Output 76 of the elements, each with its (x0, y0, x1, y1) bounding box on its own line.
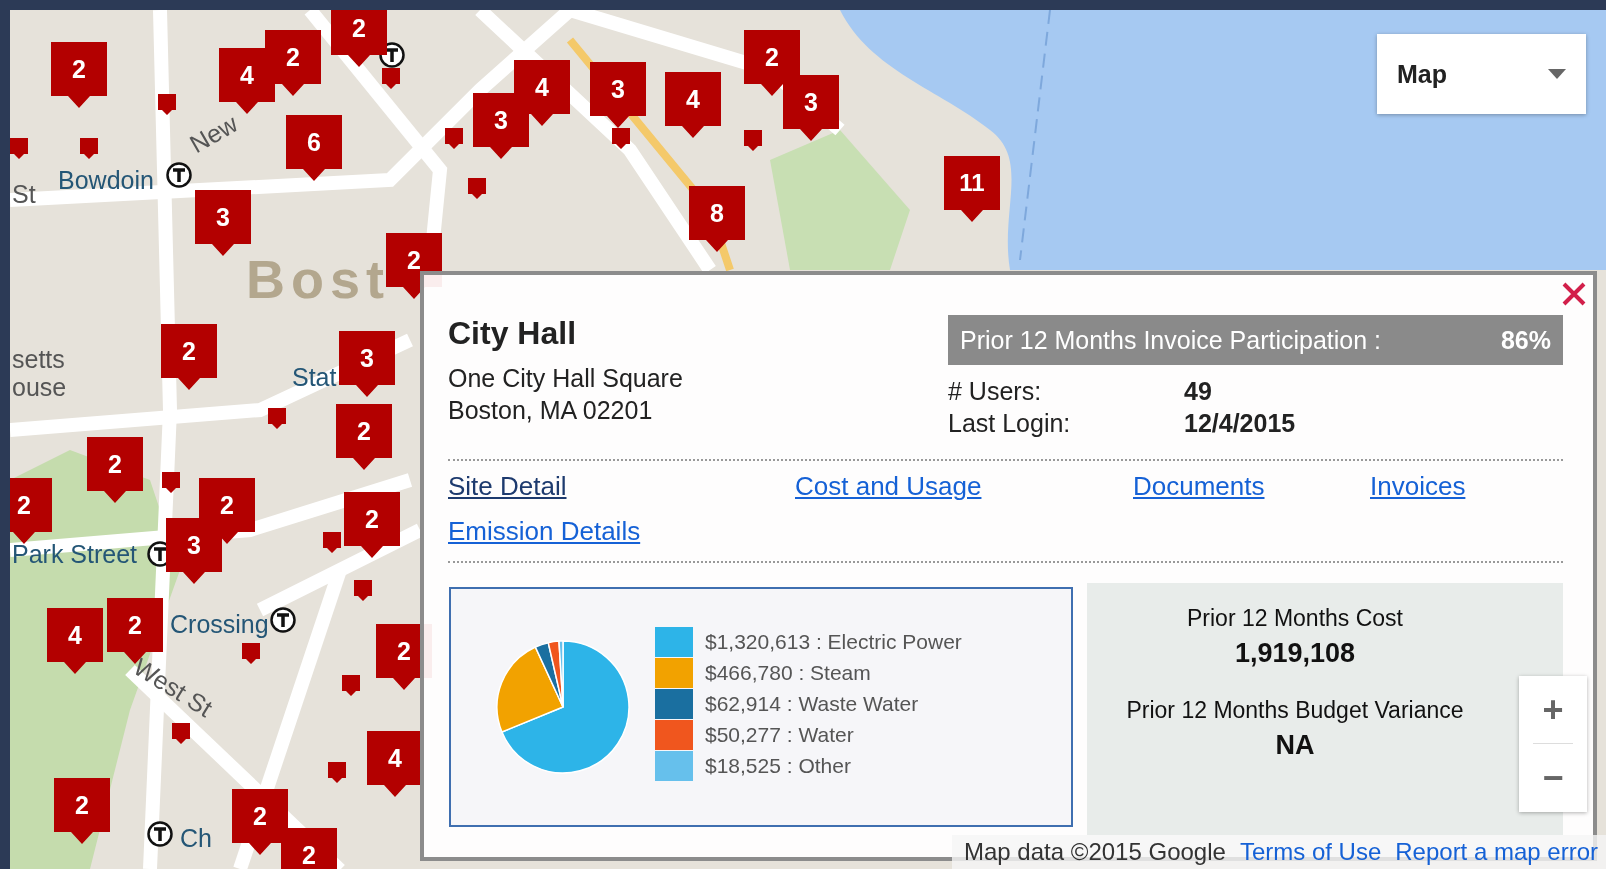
transit-icon (270, 607, 296, 633)
cluster-marker[interactable]: 2 (744, 30, 800, 96)
legend-label: $62,914 : Waste Water (705, 692, 919, 716)
cluster-marker[interactable]: 2 (51, 42, 107, 108)
cluster-marker[interactable]: 11 (944, 156, 1000, 222)
cluster-marker[interactable]: 2 (232, 789, 288, 855)
participation-value: 86% (1500, 325, 1551, 355)
cluster-marker[interactable]: 4 (665, 72, 721, 138)
attribution-link[interactable]: Terms of Use (1239, 838, 1382, 866)
legend-label: $50,277 : Water (705, 723, 854, 747)
popup-link[interactable]: Emission Details (448, 516, 641, 547)
cluster-marker[interactable]: 2 (161, 324, 217, 390)
map-pin-icon[interactable] (445, 128, 463, 149)
station-label: Crossing (170, 610, 269, 639)
stat-label: Last Login: (948, 408, 1072, 439)
stat-value: 49 (1184, 376, 1213, 407)
cluster-marker[interactable]: 2 (54, 778, 110, 844)
summary-value: 1,919,108 (1234, 638, 1356, 669)
cluster-marker[interactable]: 3 (339, 331, 395, 397)
station-label: Bowdoin (58, 166, 154, 195)
cluster-marker[interactable]: 3 (783, 75, 839, 141)
stat-label: # Users: (948, 376, 1043, 407)
street-label: ouse (12, 373, 67, 402)
map-type-dropdown[interactable]: Map (1377, 34, 1586, 114)
cluster-marker[interactable]: 3 (473, 93, 529, 159)
popup-link[interactable]: Cost and Usage (795, 471, 982, 502)
participation-label: Prior 12 Months Invoice Participation : (960, 325, 1382, 355)
popup-link[interactable]: Documents (1133, 471, 1265, 502)
attribution-link[interactable]: Report a map error (1395, 838, 1598, 866)
cluster-marker[interactable]: 4 (514, 60, 570, 126)
summary-label: Prior 12 Months Budget Variance (1126, 697, 1464, 724)
street-label: St (12, 180, 36, 209)
cluster-marker[interactable]: 3 (590, 62, 646, 128)
transit-icon (166, 162, 192, 188)
cluster-marker[interactable]: 2 (265, 30, 321, 96)
map-pin-icon[interactable] (468, 178, 486, 199)
cluster-marker[interactable]: 4 (367, 731, 423, 797)
cluster-marker[interactable]: 3 (195, 190, 251, 256)
legend-label: $1,320,613 : Electric Power (705, 630, 962, 654)
popup-link[interactable]: Invoices (1370, 471, 1466, 502)
zoom-out-button[interactable]: − (1519, 744, 1587, 811)
attribution-text: Map data ©2015 Google (964, 838, 1226, 866)
map-pin-icon[interactable] (328, 762, 346, 783)
summary-label: Prior 12 Months Cost (1187, 605, 1403, 632)
address-line: One City Hall Square (448, 363, 684, 394)
map-pin-icon[interactable] (80, 138, 98, 159)
cluster-marker[interactable]: 2 (331, 10, 387, 67)
zoom-in-button[interactable]: + (1519, 676, 1587, 743)
map-pin-icon[interactable] (342, 675, 360, 696)
map-pin-icon[interactable] (323, 532, 341, 553)
map-pin-icon[interactable] (242, 643, 260, 664)
cluster-marker[interactable]: 6 (286, 115, 342, 181)
map-pin-icon[interactable] (172, 723, 190, 744)
legend-label: $18,525 : Other (705, 754, 851, 778)
cluster-marker[interactable]: 2 (281, 828, 337, 869)
legend-label: $466,780 : Steam (705, 661, 871, 685)
stat-value: 12/4/2015 (1184, 408, 1297, 439)
cluster-marker[interactable]: 8 (689, 186, 745, 252)
cluster-marker[interactable]: 2 (344, 492, 400, 558)
cluster-marker[interactable]: 3 (166, 518, 222, 584)
map-pin-icon[interactable] (10, 138, 28, 159)
map-pin-icon[interactable] (268, 408, 286, 429)
address-line: Boston, MA 02201 (448, 395, 654, 426)
map-pin-icon[interactable] (354, 580, 372, 601)
popup-link[interactable]: Site Detail (448, 471, 567, 502)
map-pin-icon[interactable] (382, 68, 400, 89)
station-label: Ch (180, 824, 212, 853)
street-label: setts (12, 345, 65, 374)
station-label: Stat (292, 363, 337, 392)
map-pin-icon[interactable] (744, 130, 762, 151)
cluster-marker[interactable]: 2 (336, 404, 392, 470)
caret-icon (1548, 69, 1566, 79)
cluster-marker[interactable]: 4 (219, 48, 275, 114)
summary-value: NA (1275, 730, 1315, 761)
transit-icon (147, 821, 173, 847)
site-title: City Hall (448, 315, 578, 352)
